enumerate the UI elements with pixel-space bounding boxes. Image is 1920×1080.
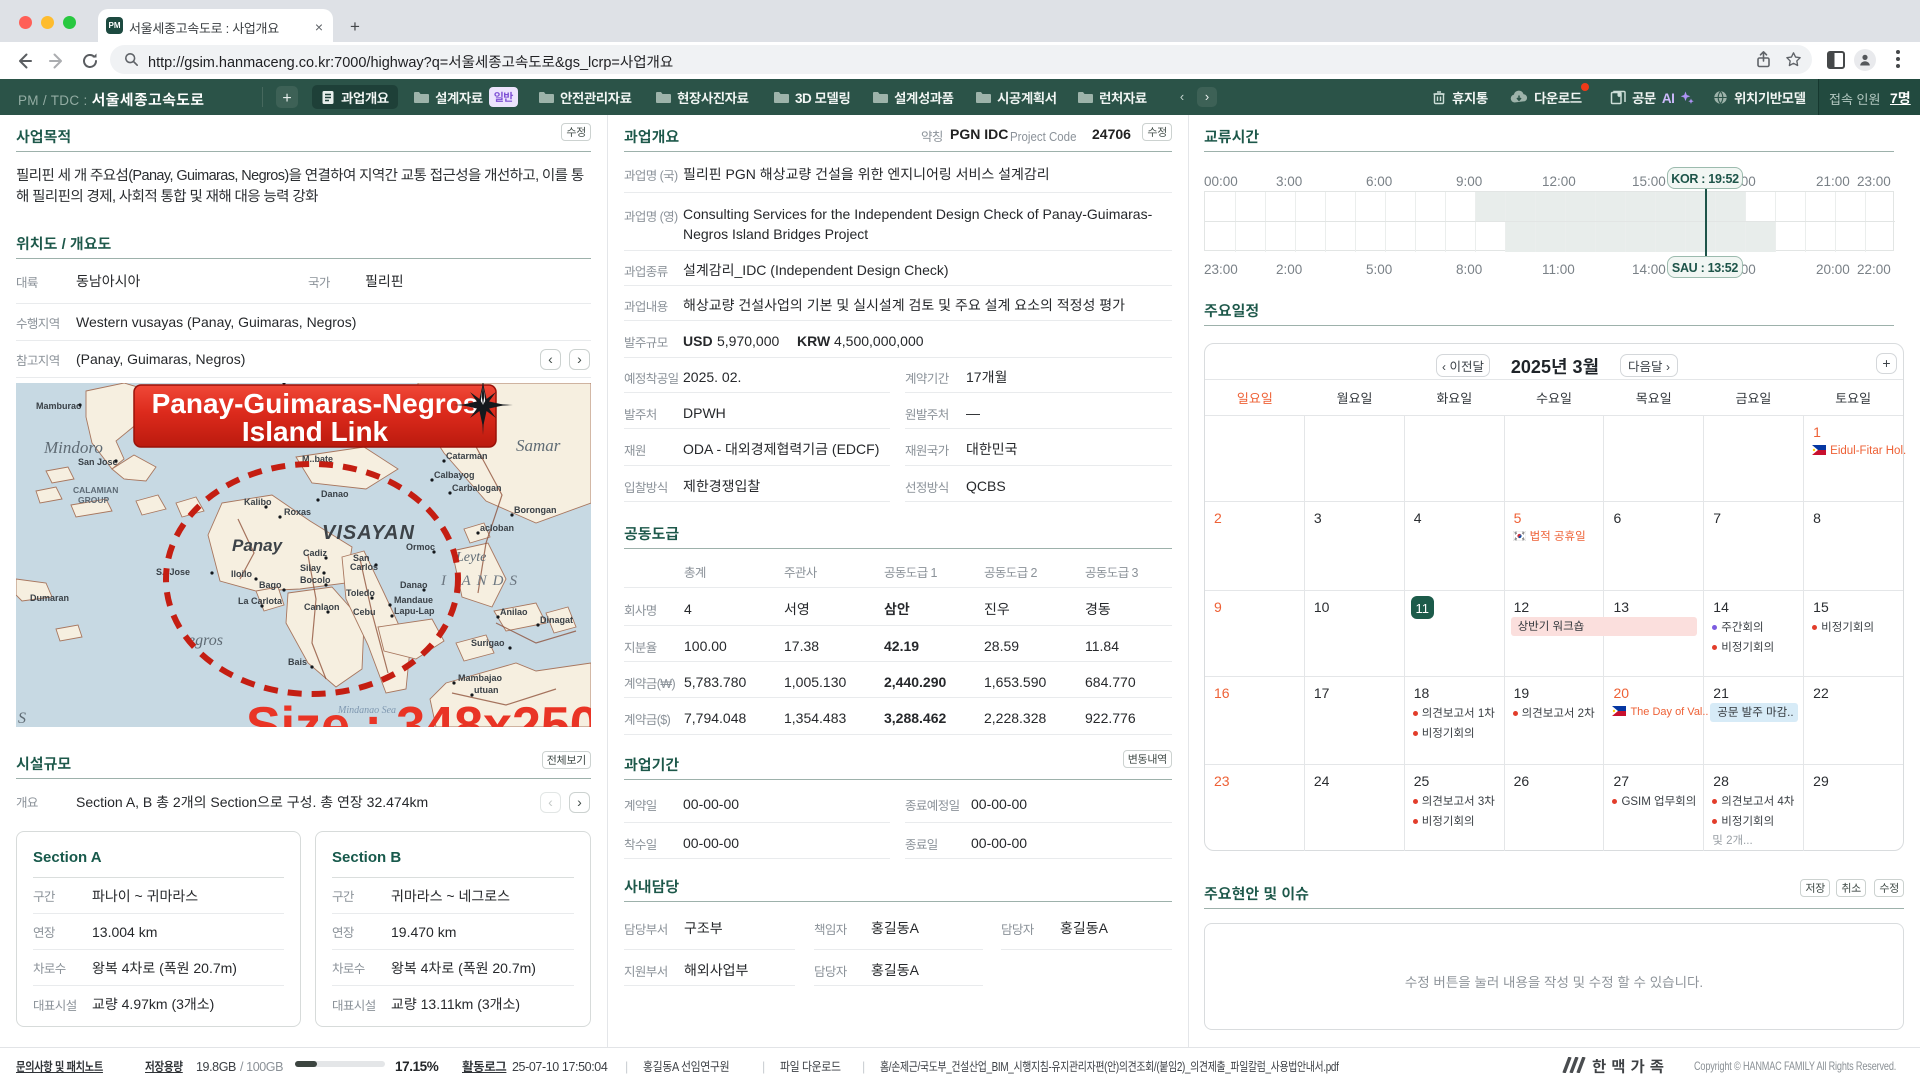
- svg-text:Roxas: Roxas: [284, 507, 311, 517]
- svg-text:Dinagat: Dinagat: [540, 615, 573, 625]
- svg-text:Mambajao: Mambajao: [458, 673, 503, 683]
- svg-text:Bago: Bago: [259, 580, 282, 590]
- svg-text:CALAMIAN: CALAMIAN: [73, 485, 118, 495]
- svg-text:Dumaran: Dumaran: [30, 593, 69, 603]
- svg-text:Anilao: Anilao: [500, 607, 528, 617]
- svg-text:Mandaue: Mandaue: [394, 595, 433, 605]
- svg-text:Toledo: Toledo: [346, 588, 375, 598]
- svg-text:Calbayog: Calbayog: [434, 470, 475, 480]
- svg-text:utuan: utuan: [474, 685, 499, 695]
- svg-text:Carbalogan: Carbalogan: [452, 483, 502, 493]
- svg-text:acloban: acloban: [480, 523, 514, 533]
- svg-text:Mamburao: Mamburao: [36, 401, 82, 411]
- svg-text:Leyte: Leyte: [455, 550, 486, 565]
- svg-text:Mindoro: Mindoro: [43, 438, 103, 457]
- svg-text:Danao: Danao: [321, 489, 349, 499]
- svg-text:S: S: [18, 710, 26, 727]
- svg-text:Panay: Panay: [232, 536, 284, 555]
- svg-text:Borongan: Borongan: [514, 505, 557, 515]
- svg-text:Surigao: Surigao: [471, 638, 505, 648]
- svg-text:Island Link: Island Link: [242, 416, 389, 447]
- svg-text:Panay-Guimaras-Negros: Panay-Guimaras-Negros: [152, 388, 479, 419]
- svg-text:Size : 348x250: Size : 348x250: [246, 697, 591, 727]
- svg-text:Lapu-Lap: Lapu-Lap: [394, 606, 435, 616]
- svg-text:Cadiz: Cadiz: [303, 548, 328, 558]
- svg-text:Catarman: Catarman: [446, 451, 488, 461]
- svg-text:Bais: Bais: [288, 657, 307, 667]
- svg-text:GROUP: GROUP: [78, 495, 110, 505]
- svg-text:La Carlota: La Carlota: [238, 596, 283, 606]
- svg-text:San Jose: San Jose: [78, 457, 118, 467]
- svg-text:Ormoc: Ormoc: [406, 542, 435, 552]
- svg-text:Kalibo: Kalibo: [244, 497, 272, 507]
- svg-text:VISAYAN: VISAYAN: [322, 522, 415, 544]
- svg-text:S.. Jose: S.. Jose: [156, 567, 190, 577]
- svg-text:Iloilo: Iloilo: [231, 569, 252, 579]
- svg-text:Carlos: Carlos: [350, 562, 378, 572]
- svg-text:Cebu: Cebu: [353, 607, 376, 617]
- svg-text:Canlaon: Canlaon: [304, 602, 340, 612]
- svg-text:Silay: Silay: [300, 563, 321, 573]
- svg-text:Samar: Samar: [516, 436, 561, 455]
- svg-text:I ANDS: I ANDS: [440, 573, 523, 589]
